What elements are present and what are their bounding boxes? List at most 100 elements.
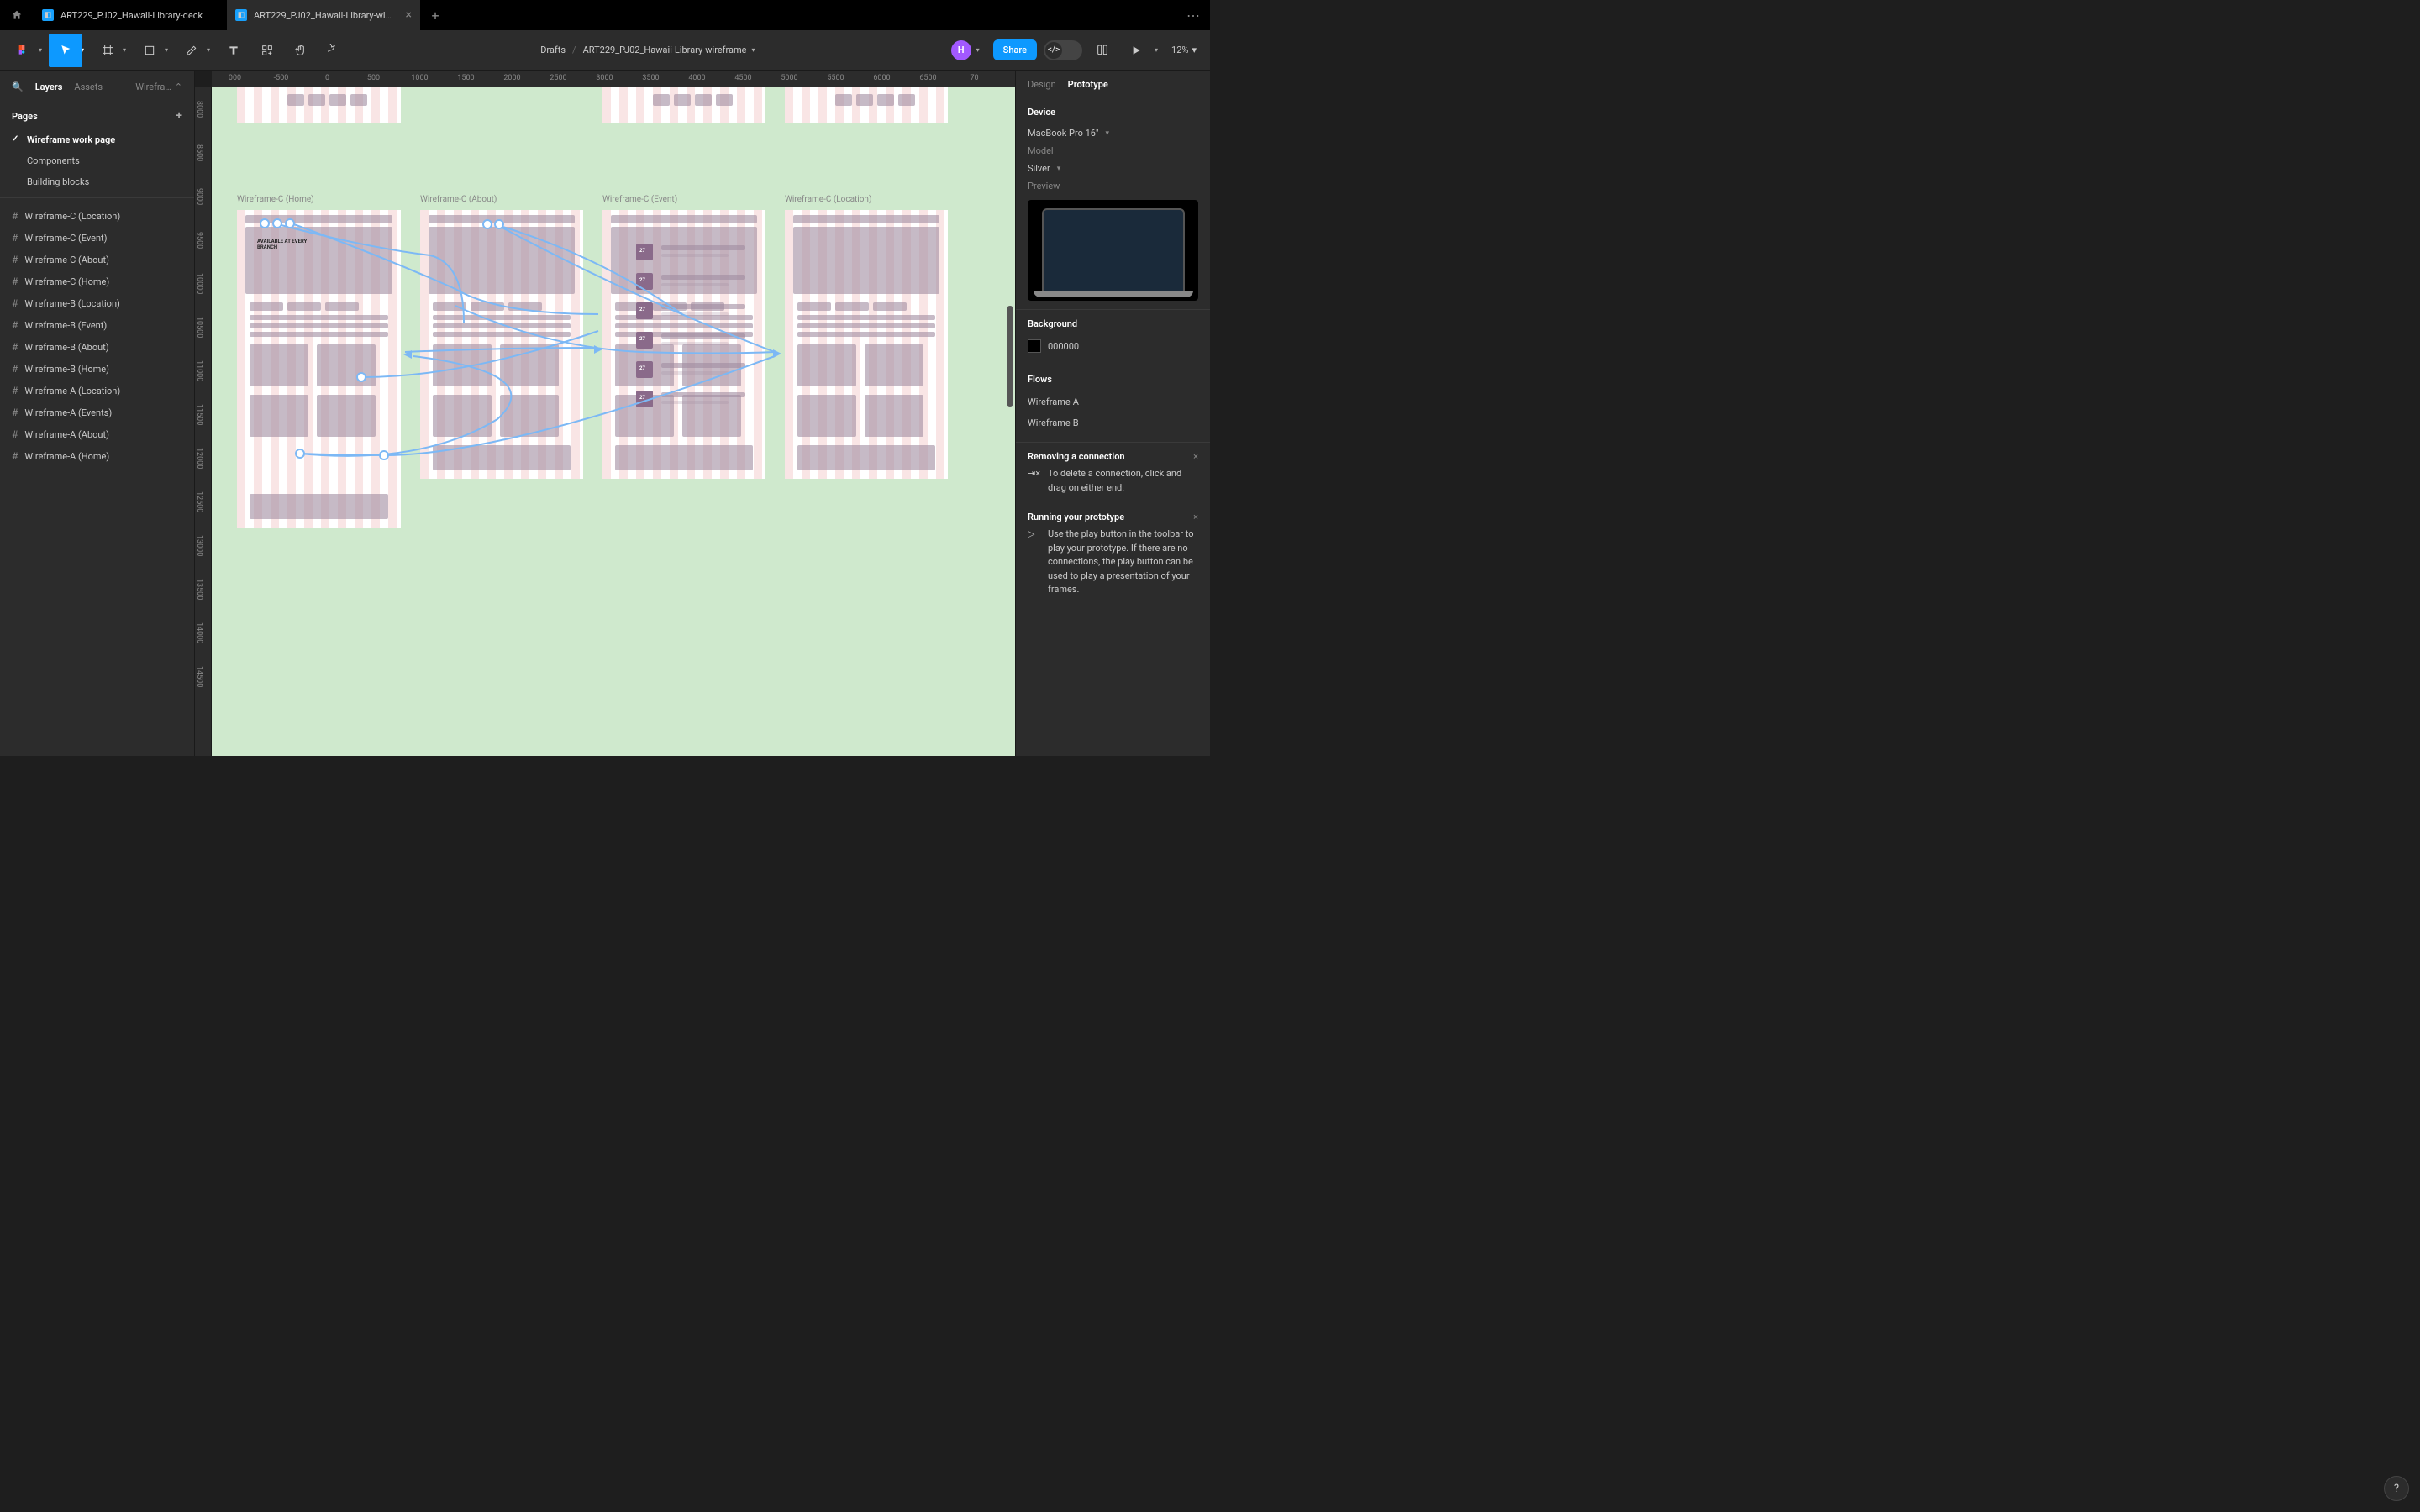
page-item[interactable]: Components — [0, 150, 194, 171]
frame-icon: # — [12, 319, 18, 331]
more-menu-icon[interactable]: ⋯ — [1176, 8, 1210, 24]
layer-item[interactable]: #Wireframe-C (About) — [0, 249, 194, 270]
tip-body: To delete a connection, click and drag o… — [1048, 467, 1198, 495]
layer-item[interactable]: #Wireframe-A (Events) — [0, 402, 194, 423]
canvas-frame[interactable]: Wireframe-C (Location) — [785, 210, 948, 479]
tab-title: ART229_PJ02_Hawaii-Library-deck — [60, 10, 203, 21]
frame-label[interactable]: Wireframe-C (Location) — [785, 195, 871, 204]
layers-list: #Wireframe-C (Location)#Wireframe-C (Eve… — [0, 197, 194, 756]
frame-icon: # — [12, 210, 18, 222]
tip-title: Running your prototype — [1028, 512, 1198, 522]
chevron-up-icon: ⌃ — [175, 81, 182, 92]
frame-label[interactable]: Wireframe-C (Home) — [237, 195, 314, 204]
canvas-frame[interactable]: Wireframe-C (Home)AVAILABLE AT EVERY BRA… — [237, 210, 401, 528]
figma-file-icon: ◧ — [42, 9, 54, 21]
chevron-down-icon: ▾ — [1106, 129, 1110, 138]
shape-tool[interactable] — [133, 34, 166, 67]
chevron-down-icon: ▾ — [1057, 165, 1061, 173]
frame-icon: # — [12, 297, 18, 309]
layer-item[interactable]: #Wireframe-B (About) — [0, 336, 194, 358]
tab-active[interactable]: ◧ ART229_PJ02_Hawaii-Library-wireframe × — [227, 0, 420, 30]
frame-icon: # — [12, 363, 18, 375]
tip-body: Use the play button in the toolbar to pl… — [1048, 528, 1198, 597]
devmode-toggle[interactable]: </> — [1044, 40, 1082, 60]
frame-label[interactable]: Wireframe-C (About) — [420, 195, 497, 204]
add-page-button[interactable]: + — [176, 109, 182, 123]
main-menu-button[interactable] — [7, 34, 40, 67]
help-button[interactable]: ? — [2385, 1477, 2408, 1500]
device-preview — [1028, 200, 1198, 301]
chevron-down-icon[interactable]: ▾ — [751, 46, 758, 54]
disconnect-icon: ⇥× — [1028, 467, 1039, 495]
frame-icon: # — [12, 450, 18, 462]
layer-item[interactable]: #Wireframe-A (Location) — [0, 380, 194, 402]
zoom-control[interactable]: 12% ▾ — [1171, 45, 1197, 55]
color-swatch — [1028, 339, 1041, 353]
layer-item[interactable]: #Wireframe-B (Location) — [0, 292, 194, 314]
design-tab[interactable]: Design — [1028, 79, 1056, 90]
avatar[interactable]: H — [951, 40, 971, 60]
pen-tool[interactable] — [175, 34, 208, 67]
chevron-down-icon[interactable]: ▾ — [1155, 46, 1161, 54]
layers-tab[interactable]: Layers — [35, 81, 63, 92]
layer-item[interactable]: #Wireframe-C (Location) — [0, 205, 194, 227]
breadcrumb-file[interactable]: ART229_PJ02_Hawaii-Library-wireframe — [583, 45, 747, 55]
device-select[interactable]: MacBook Pro 16"▾ — [1028, 124, 1198, 142]
search-icon[interactable]: 🔍 — [12, 81, 24, 92]
layer-item[interactable]: #Wireframe-A (Home) — [0, 445, 194, 467]
frame-icon: # — [12, 341, 18, 353]
new-tab-button[interactable]: + — [420, 8, 450, 24]
frame-icon: # — [12, 254, 18, 265]
background-heading: Background — [1028, 318, 1198, 329]
hand-tool[interactable] — [284, 34, 318, 67]
text-tool[interactable] — [217, 34, 250, 67]
device-heading: Device — [1028, 107, 1198, 118]
flow-item[interactable]: Wireframe-B — [1028, 412, 1198, 433]
layer-item[interactable]: #Wireframe-B (Event) — [0, 314, 194, 336]
share-button[interactable]: Share — [993, 39, 1037, 60]
left-panel: 🔍 Layers Assets Wirefra… ⌃ Pages + Wiref… — [0, 71, 195, 756]
library-icon[interactable] — [1089, 34, 1116, 67]
close-icon[interactable]: × — [1193, 451, 1198, 462]
model-label: Model — [1028, 142, 1198, 160]
background-color[interactable]: 000000 — [1028, 336, 1198, 356]
figma-file-icon: ◧ — [235, 9, 247, 21]
prototype-tab[interactable]: Prototype — [1068, 79, 1108, 90]
layer-item[interactable]: #Wireframe-A (About) — [0, 423, 194, 445]
breadcrumb-root[interactable]: Drafts — [540, 45, 566, 55]
pages-heading: Pages — [12, 111, 38, 122]
move-tool[interactable] — [49, 34, 82, 67]
frame-label[interactable]: Wireframe-C (Event) — [602, 195, 677, 204]
tab-inactive[interactable]: ◧ ART229_PJ02_Hawaii-Library-deck — [34, 0, 227, 30]
flows-heading: Flows — [1028, 374, 1198, 385]
home-button[interactable] — [0, 0, 34, 30]
page-item[interactable]: Wireframe work page — [0, 129, 194, 150]
frame-tool[interactable] — [91, 34, 124, 67]
frame-icon: # — [12, 385, 18, 396]
present-button[interactable] — [1123, 34, 1150, 67]
layer-item[interactable]: #Wireframe-C (Event) — [0, 227, 194, 249]
close-icon[interactable]: × — [406, 8, 412, 22]
layer-item[interactable]: #Wireframe-B (Home) — [0, 358, 194, 380]
scrollbar-vertical[interactable] — [1007, 306, 1013, 407]
frame-icon: # — [12, 428, 18, 440]
preview-label: Preview — [1028, 177, 1198, 195]
comment-tool[interactable] — [318, 34, 351, 67]
frame-icon: # — [12, 407, 18, 418]
layer-item[interactable]: #Wireframe-C (Home) — [0, 270, 194, 292]
model-select[interactable]: Silver▾ — [1028, 160, 1198, 177]
frame-icon: # — [12, 276, 18, 287]
chevron-down-icon[interactable]: ▾ — [976, 46, 983, 54]
close-icon[interactable]: × — [1193, 512, 1198, 522]
flow-item[interactable]: Wireframe-A — [1028, 391, 1198, 412]
canvas-frame[interactable]: Wireframe-C (About) — [420, 210, 583, 479]
canvas[interactable]: 000-500050010001500200025003000350040004… — [195, 71, 1015, 756]
resources-tool[interactable] — [250, 34, 284, 67]
page-item[interactable]: Building blocks — [0, 171, 194, 192]
page-dropdown[interactable]: Wirefra… ⌃ — [135, 81, 182, 92]
tip-title: Removing a connection — [1028, 451, 1198, 462]
code-icon: </> — [1045, 42, 1062, 59]
canvas-frame[interactable]: Wireframe-C (Event)272727272727 — [602, 210, 765, 479]
tabbar: ◧ ART229_PJ02_Hawaii-Library-deck ◧ ART2… — [0, 0, 1210, 30]
assets-tab[interactable]: Assets — [74, 81, 103, 92]
